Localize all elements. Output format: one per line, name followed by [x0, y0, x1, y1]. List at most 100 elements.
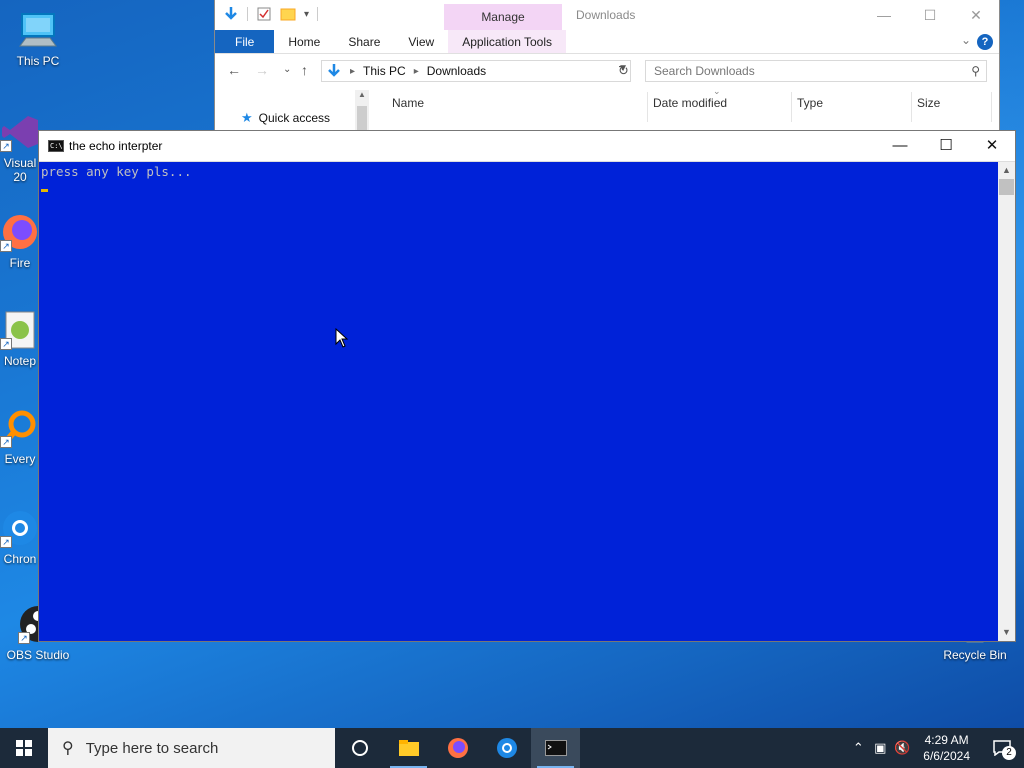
firefox-icon: ↗ — [0, 212, 40, 252]
text-cursor — [41, 189, 48, 192]
up-arrow-icon[interactable]: ↑ — [301, 62, 308, 78]
search-input[interactable]: Search Downloads ⚲ — [645, 60, 987, 82]
search-placeholder: Search Downloads — [654, 64, 755, 78]
tab-view[interactable]: View — [394, 30, 448, 53]
column-divider — [791, 92, 792, 122]
column-header-type[interactable]: Type — [797, 96, 823, 110]
console-output-area[interactable]: press any key pls... — [39, 162, 999, 641]
desktop-icon-this-pc[interactable]: This PC — [0, 10, 76, 68]
console-window[interactable]: C:\ the echo interpter — ☐ ✕ press any k… — [38, 130, 1016, 642]
breadcrumb-downloads[interactable]: Downloads — [427, 64, 486, 78]
mouse-pointer-icon — [335, 328, 349, 348]
maximize-button[interactable]: ☐ — [923, 131, 969, 161]
scroll-up-icon[interactable]: ▲ — [998, 162, 1015, 179]
sidebar-item-quick-access[interactable]: ★ Quick access — [241, 110, 330, 126]
close-button[interactable]: ✕ — [969, 131, 1015, 161]
console-output-text: press any key pls... — [41, 164, 192, 179]
volume-muted-icon[interactable]: 🔇 — [891, 740, 913, 756]
download-arrow-icon[interactable] — [223, 6, 239, 22]
file-explorer-window[interactable]: ▾ Manage Downloads — ☐ ✕ File Home Share… — [214, 0, 1000, 134]
scroll-down-icon[interactable]: ▼ — [998, 624, 1015, 641]
scroll-thumb[interactable] — [999, 179, 1014, 195]
desktop-icon-label: OBS Studio — [6, 648, 70, 662]
cortana-icon — [351, 740, 368, 756]
column-header-name[interactable]: Name — [392, 96, 424, 110]
tab-share[interactable]: Share — [334, 30, 394, 53]
expand-ribbon-icon[interactable]: ⌄ — [961, 33, 971, 47]
window-title: Downloads — [576, 8, 636, 22]
console-scrollbar[interactable]: ▲ ▼ — [998, 162, 1015, 641]
windows-logo-icon — [16, 740, 32, 756]
column-header-size[interactable]: Size — [917, 96, 940, 110]
recent-locations-icon[interactable]: ⌄ — [283, 64, 291, 75]
this-pc-icon — [18, 10, 58, 50]
chevron-right-icon: ▸ — [350, 65, 356, 77]
action-center-button[interactable]: 2 — [980, 728, 1024, 768]
chrome-icon: ↗ — [0, 508, 40, 548]
desktop-icon-label: Recycle Bin — [943, 648, 1007, 662]
breadcrumb-this-pc[interactable]: This PC — [363, 64, 406, 78]
shortcut-arrow-icon: ↗ — [0, 536, 12, 548]
network-icon[interactable]: ▣ — [869, 740, 891, 756]
forward-arrow-icon[interactable]: → — [255, 62, 269, 78]
taskbar-firefox[interactable] — [433, 728, 482, 768]
refresh-icon[interactable]: ↻ — [618, 63, 629, 79]
system-tray: ⌃ ▣ 🔇 4:29 AM 6/6/2024 2 — [847, 728, 1024, 768]
tab-application-tools[interactable]: Application Tools — [448, 30, 567, 53]
address-bar[interactable]: ▸ This PC ▸ Downloads ▼ — [321, 60, 631, 82]
cortana-button[interactable] — [335, 728, 384, 768]
column-divider — [647, 92, 648, 122]
chevron-right-icon: ▸ — [413, 65, 419, 77]
column-header-date-modified[interactable]: Date modified — [653, 96, 727, 110]
help-icon[interactable]: ? — [977, 34, 993, 50]
taskbar-console[interactable] — [531, 728, 580, 768]
chevron-up-icon[interactable]: ⌃ — [847, 740, 869, 756]
taskbar-search-box[interactable]: ⚲ Type here to search — [48, 728, 335, 768]
shortcut-arrow-icon: ↗ — [18, 632, 30, 644]
navigation-pane-scrollbar[interactable]: ▲ — [355, 90, 369, 134]
scroll-up-icon[interactable]: ▲ — [358, 90, 366, 99]
tab-file[interactable]: File — [215, 30, 275, 53]
download-arrow-icon — [328, 64, 340, 77]
taskbar-chrome[interactable] — [482, 728, 531, 768]
star-icon: ★ — [241, 110, 253, 125]
divider — [247, 7, 248, 21]
customize-qat-icon[interactable]: ▾ — [304, 9, 309, 20]
new-folder-icon[interactable] — [280, 6, 296, 22]
console-icon — [544, 740, 567, 756]
shortcut-arrow-icon: ↗ — [0, 436, 12, 448]
back-arrow-icon[interactable]: ← — [227, 62, 241, 78]
ribbon-tabs: File Home Share View Application Tools ⌄… — [215, 30, 999, 54]
maximize-button[interactable]: ☐ — [907, 0, 953, 30]
console-app-icon[interactable]: C:\ — [48, 140, 64, 152]
console-titlebar[interactable]: C:\ the echo interpter — ☐ ✕ — [39, 131, 1015, 162]
sidebar-item-label: Quick access — [258, 111, 331, 125]
clock-date: 6/6/2024 — [923, 749, 970, 763]
shortcut-arrow-icon: ↗ — [0, 140, 12, 152]
taskbar-search-placeholder: Type here to search — [85, 739, 219, 757]
notepad-icon: ↗ — [0, 310, 40, 350]
tab-home[interactable]: Home — [274, 30, 334, 53]
visual-studio-icon: ↗ — [0, 112, 40, 152]
explorer-titlebar[interactable]: ▾ Manage Downloads — ☐ ✕ — [215, 0, 999, 30]
file-explorer-icon — [398, 740, 419, 756]
quick-access-toolbar: ▾ — [223, 6, 319, 22]
desktop-icon-label: This PC — [16, 54, 60, 68]
manage-contextual-tab[interactable]: Manage — [444, 4, 562, 30]
search-icon: ⚲ — [62, 740, 74, 757]
firefox-icon — [447, 738, 468, 758]
start-button[interactable] — [0, 728, 48, 768]
divider — [317, 7, 319, 21]
minimize-button[interactable]: — — [877, 131, 923, 161]
close-button[interactable]: ✕ — [953, 0, 999, 30]
properties-icon[interactable] — [256, 6, 272, 22]
column-divider — [991, 92, 992, 122]
search-icon: ⚲ — [971, 64, 980, 78]
shortcut-arrow-icon: ↗ — [0, 338, 12, 350]
clock[interactable]: 4:29 AM 6/6/2024 — [913, 732, 980, 764]
shortcut-arrow-icon: ↗ — [0, 240, 12, 252]
taskbar: ⚲ Type here to search ⌃ ▣ 🔇 4:29 AM 6/6/… — [0, 728, 1024, 768]
minimize-button[interactable]: — — [861, 0, 907, 30]
taskbar-file-explorer[interactable] — [384, 728, 433, 768]
sort-indicator-icon: ⌄ — [713, 86, 721, 96]
